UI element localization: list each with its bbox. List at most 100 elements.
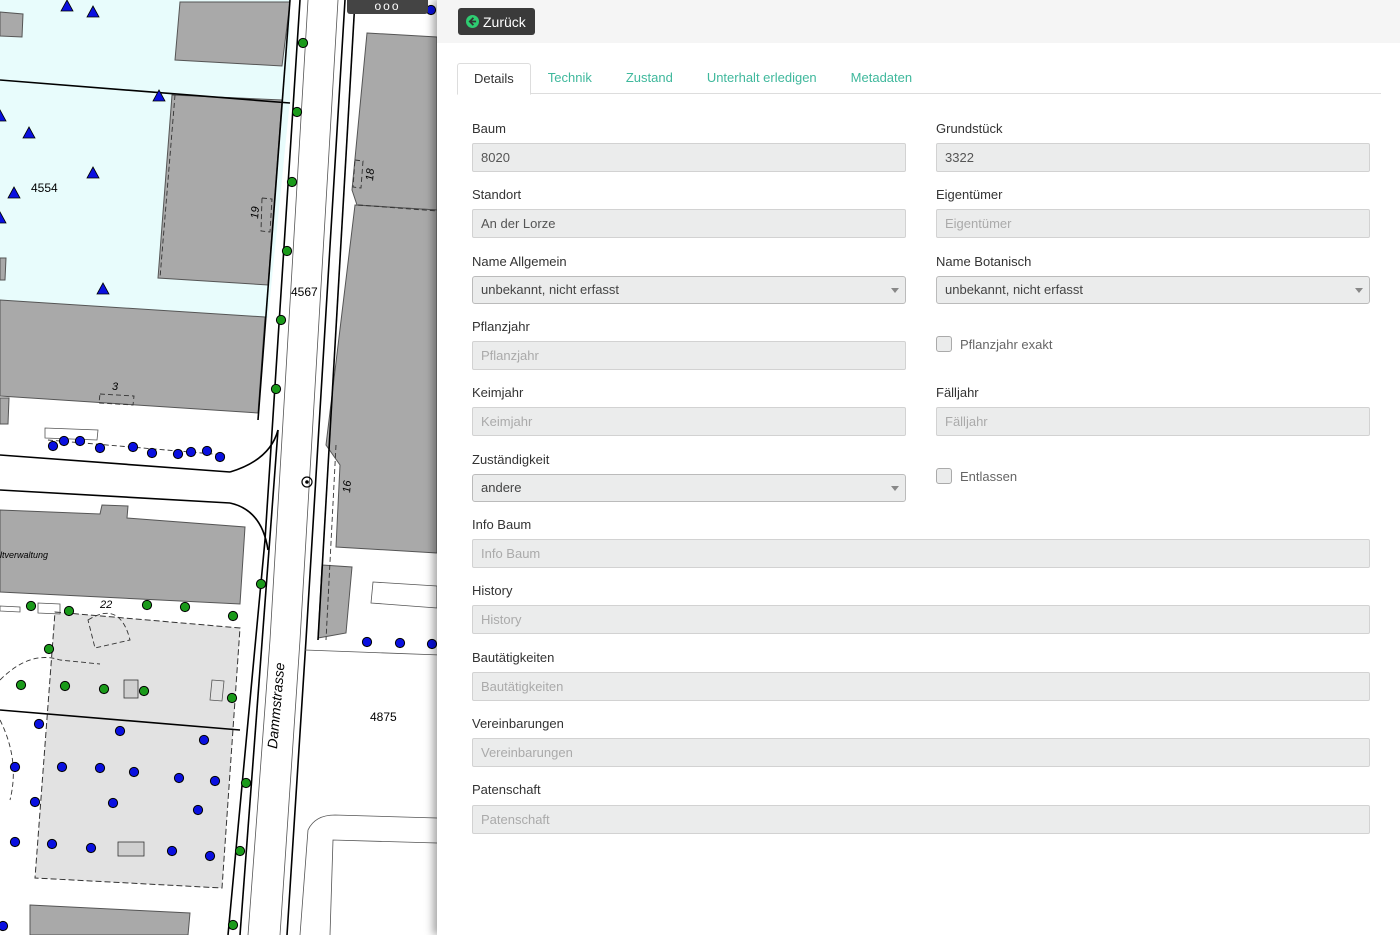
label-19: 19 xyxy=(249,206,262,219)
zustaendigkeit-select[interactable]: andere xyxy=(472,474,906,502)
tree-marker[interactable] xyxy=(128,766,140,778)
tree-marker[interactable] xyxy=(192,804,204,816)
baum-input[interactable] xyxy=(472,143,906,172)
handle-dots-icon: ooo xyxy=(374,0,401,13)
tree-marker[interactable] xyxy=(255,578,267,590)
tree-marker[interactable] xyxy=(166,845,178,857)
tree-marker[interactable] xyxy=(146,447,158,459)
tree-marker[interactable] xyxy=(201,445,213,457)
tree-marker[interactable] xyxy=(94,762,106,774)
standort-input[interactable] xyxy=(472,209,906,238)
tree-marker[interactable] xyxy=(209,775,221,787)
tab-unterhalt-erledigen[interactable]: Unterhalt erledigen xyxy=(690,63,834,94)
pflanzjahr-exakt-label: Pflanzjahr exakt xyxy=(960,336,1053,352)
tree-marker[interactable] xyxy=(286,176,298,188)
bautaetigkeiten-input[interactable] xyxy=(472,672,1370,701)
name-botanisch-value: unbekannt, nicht erfasst xyxy=(945,282,1084,297)
tree-marker[interactable] xyxy=(127,441,139,453)
tree-marker[interactable] xyxy=(63,605,75,617)
history-input[interactable] xyxy=(472,605,1370,634)
tree-marker[interactable] xyxy=(85,842,97,854)
tree-marker[interactable] xyxy=(179,601,191,613)
tree-marker[interactable] xyxy=(47,440,59,452)
history-label: History xyxy=(472,583,513,598)
tree-marker[interactable] xyxy=(9,761,21,773)
tree-marker[interactable] xyxy=(94,442,106,454)
tree-marker[interactable] xyxy=(275,314,287,326)
info-baum-input[interactable] xyxy=(472,539,1370,568)
name-allgemein-select[interactable]: unbekannt, nicht erfasst xyxy=(472,276,906,304)
map-menu-handle[interactable]: ooo xyxy=(347,0,428,14)
tree-marker[interactable] xyxy=(281,245,293,257)
entlassen-checkbox[interactable]: Entlassen xyxy=(936,468,1017,484)
label-building: ltverwaltung xyxy=(0,550,48,560)
patenschaft-input[interactable] xyxy=(472,805,1370,834)
tree-marker[interactable] xyxy=(227,919,239,931)
tree-marker[interactable] xyxy=(204,850,216,862)
name-botanisch-label: Name Botanisch xyxy=(936,254,1032,269)
vereinbarungen-input[interactable] xyxy=(472,738,1370,767)
tree-marker[interactable] xyxy=(234,845,246,857)
checkbox-box[interactable] xyxy=(936,336,952,352)
name-allgemein-value: unbekannt, nicht erfasst xyxy=(481,282,620,297)
tree-marker[interactable] xyxy=(361,636,373,648)
tab-details[interactable]: Details xyxy=(457,63,531,95)
tree-marker[interactable] xyxy=(59,680,71,692)
tree-marker[interactable] xyxy=(0,920,9,932)
caret-down-icon xyxy=(1355,288,1363,293)
back-button[interactable]: Zurück xyxy=(458,8,535,35)
pflanzjahr-label: Pflanzjahr xyxy=(472,319,530,334)
bautaetigkeiten-label: Bautätigkeiten xyxy=(472,650,555,665)
tree-marker[interactable] xyxy=(98,683,110,695)
map-canvas[interactable]: 4554 4567 4875 3 22 ltverwaltung 19 18 1… xyxy=(0,0,437,935)
map-view[interactable]: 4554 4567 4875 3 22 ltverwaltung 19 18 1… xyxy=(0,0,437,935)
tree-marker[interactable] xyxy=(291,106,303,118)
label-18: 18 xyxy=(364,167,377,181)
tree-marker[interactable] xyxy=(58,435,70,447)
label-3: 3 xyxy=(112,381,119,393)
tree-marker[interactable] xyxy=(43,643,55,655)
pflanzjahr-exakt-checkbox[interactable]: Pflanzjahr exakt xyxy=(936,336,1053,352)
tree-marker[interactable] xyxy=(33,718,45,730)
grundstueck-input[interactable] xyxy=(936,143,1370,172)
tree-marker[interactable] xyxy=(214,451,226,463)
eigentuemer-input[interactable] xyxy=(936,209,1370,238)
faelljahr-input[interactable] xyxy=(936,407,1370,436)
tree-marker[interactable] xyxy=(173,772,185,784)
patenschaft-label: Patenschaft xyxy=(472,782,541,797)
tree-marker[interactable] xyxy=(227,610,239,622)
tree-marker[interactable] xyxy=(25,600,37,612)
tree-marker[interactable] xyxy=(226,692,238,704)
tree-marker[interactable] xyxy=(141,599,153,611)
tree-marker[interactable] xyxy=(172,448,184,460)
tree-marker[interactable] xyxy=(29,796,41,808)
tree-marker[interactable] xyxy=(270,383,282,395)
tree-marker[interactable] xyxy=(138,685,150,697)
tree-marker[interactable] xyxy=(240,777,252,789)
label-16: 16 xyxy=(341,479,354,493)
tree-marker[interactable] xyxy=(185,446,197,458)
name-botanisch-select[interactable]: unbekannt, nicht erfasst xyxy=(936,276,1370,304)
tree-marker[interactable] xyxy=(394,637,406,649)
tree-marker[interactable] xyxy=(74,435,86,447)
tree-marker[interactable] xyxy=(46,838,58,850)
tree-marker[interactable] xyxy=(56,761,68,773)
tab-metadaten[interactable]: Metadaten xyxy=(834,63,929,94)
tree-marker[interactable] xyxy=(198,734,210,746)
info-baum-label: Info Baum xyxy=(472,517,532,532)
pflanzjahr-input[interactable] xyxy=(472,341,906,370)
tree-marker[interactable] xyxy=(297,37,309,49)
keimjahr-label: Keimjahr xyxy=(472,385,524,400)
tab-technik[interactable]: Technik xyxy=(531,63,609,94)
tree-marker[interactable] xyxy=(15,679,27,691)
grundstueck-label: Grundstück xyxy=(936,121,1003,136)
tree-marker[interactable] xyxy=(114,725,126,737)
tab-bar: Details Technik Zustand Unterhalt erledi… xyxy=(457,63,1381,95)
checkbox-box[interactable] xyxy=(936,468,952,484)
tree-marker[interactable] xyxy=(9,836,21,848)
keimjahr-input[interactable] xyxy=(472,407,906,436)
label-4875: 4875 xyxy=(370,710,397,724)
tab-zustand[interactable]: Zustand xyxy=(609,63,690,94)
tree-marker[interactable] xyxy=(426,638,437,650)
tree-marker[interactable] xyxy=(107,797,119,809)
